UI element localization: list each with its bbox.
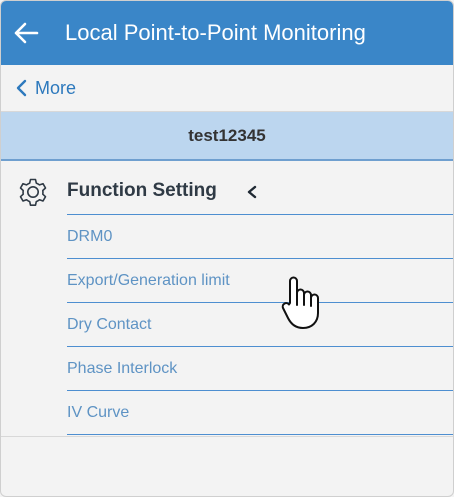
more-link[interactable]: More — [15, 65, 76, 111]
more-label: More — [35, 77, 77, 98]
arrow-left-icon[interactable] — [13, 20, 39, 46]
device-bar: test12345 — [1, 112, 453, 161]
menu-item-iv-curve[interactable]: IV Curve — [67, 390, 453, 434]
chevron-left-icon — [247, 185, 257, 199]
page-title: Local Point-to-Point Monitoring — [65, 20, 366, 45]
menu-item-dry-contact[interactable]: Dry Contact — [67, 302, 453, 346]
menu-item-label: Dry Contact — [67, 316, 152, 333]
function-setting-header[interactable]: Function Setting — [1, 166, 453, 214]
divider — [1, 436, 453, 437]
gear-icon — [19, 178, 47, 206]
menu-item-label: IV Curve — [67, 404, 130, 421]
app-bar: Local Point-to-Point Monitoring — [1, 1, 453, 65]
section-title: Function Setting — [67, 180, 217, 201]
menu-item-drm0[interactable]: DRM0 — [67, 214, 453, 258]
device-name: test12345 — [188, 126, 266, 145]
function-menu: DRM0 Export/Generation limit Dry Contact… — [1, 214, 453, 435]
menu-item-label: Export/Generation limit — [67, 272, 230, 289]
hand-pointer-icon — [281, 276, 319, 329]
chevron-left-icon — [16, 79, 27, 97]
breadcrumb: More — [1, 65, 453, 112]
menu-item-label: Phase Interlock — [67, 360, 178, 377]
menu-item-export-generation-limit[interactable]: Export/Generation limit — [67, 258, 453, 302]
menu-item-phase-interlock[interactable]: Phase Interlock — [67, 346, 453, 390]
app-screen: Local Point-to-Point Monitoring More tes… — [0, 0, 454, 497]
menu-item-label: DRM0 — [67, 228, 113, 245]
